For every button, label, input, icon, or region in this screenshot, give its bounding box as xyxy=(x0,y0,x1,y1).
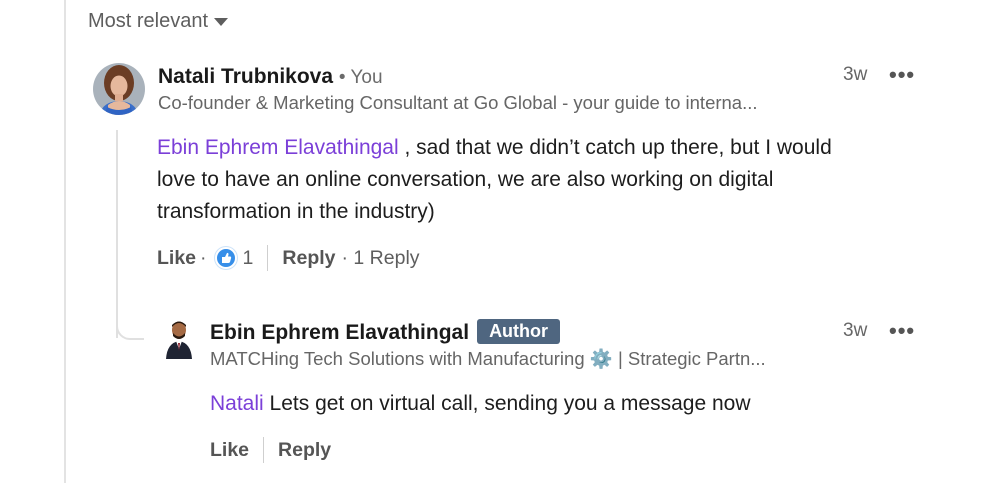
reply-text: Lets get on virtual call, sending you a … xyxy=(263,392,751,415)
reply-like-button[interactable]: Like xyxy=(210,439,249,462)
thread-line xyxy=(116,130,118,338)
avatar-natali[interactable] xyxy=(93,63,145,115)
reply-reply-button[interactable]: Reply xyxy=(278,439,331,462)
comment-timestamp: 3w xyxy=(843,64,868,85)
reply-timestamp: 3w xyxy=(843,320,868,341)
comment-actions: Like · 1 Reply · 1 Reply xyxy=(157,245,420,271)
like-reaction-icon[interactable] xyxy=(214,247,237,269)
comment-line-3: transformation in the industry) xyxy=(157,200,435,223)
author-name-text[interactable]: Natali Trubnikova xyxy=(158,65,333,88)
more-options-icon[interactable]: ••• xyxy=(889,62,915,88)
comment-body: Ebin Ephrem Elavathingal , sad that we d… xyxy=(157,132,937,228)
action-divider xyxy=(267,245,269,271)
reply-more-options-icon[interactable]: ••• xyxy=(889,318,915,344)
author-you-label: • You xyxy=(338,67,383,88)
reply-author-text[interactable]: Ebin Ephrem Elavathingal xyxy=(210,321,469,344)
reply-author-name[interactable]: Ebin Ephrem Elavathingal Author xyxy=(210,319,561,346)
thread-connector xyxy=(116,312,144,340)
reply-author-headline: MATCHing Tech Solutions with Manufacturi… xyxy=(210,348,766,369)
reply-body: Natali Lets get on virtual call, sending… xyxy=(210,388,930,420)
mention-link[interactable]: Ebin Ephrem Elavathingal xyxy=(157,136,399,159)
feed-left-border xyxy=(64,0,66,483)
sort-dropdown[interactable]: Most relevant xyxy=(88,10,229,33)
reaction-count[interactable]: 1 xyxy=(243,247,254,270)
sort-label: Most relevant xyxy=(88,10,209,32)
avatar-ebin[interactable] xyxy=(162,319,196,359)
comment-author-name[interactable]: Natali Trubnikova • You xyxy=(158,65,383,89)
comment-author-headline: Co-founder & Marketing Consultant at Go … xyxy=(158,92,758,113)
separator-dot: · xyxy=(200,246,207,269)
reply-count-link[interactable]: · 1 Reply xyxy=(342,247,420,270)
caret-down-icon xyxy=(214,17,229,26)
reply-button[interactable]: Reply xyxy=(282,247,335,270)
comment-line-1: Ebin Ephrem Elavathingal , sad that we d… xyxy=(157,132,937,164)
reply-actions: Like Reply xyxy=(210,437,331,463)
reply-mention-link[interactable]: Natali xyxy=(210,392,264,415)
comment-text-1: , sad that we didn’t catch up there, but… xyxy=(398,136,832,159)
comment-line-2: love to have an online conversation, we … xyxy=(157,168,774,191)
author-badge: Author xyxy=(477,319,561,344)
like-button[interactable]: Like xyxy=(157,247,196,270)
reply-action-divider xyxy=(263,437,265,463)
